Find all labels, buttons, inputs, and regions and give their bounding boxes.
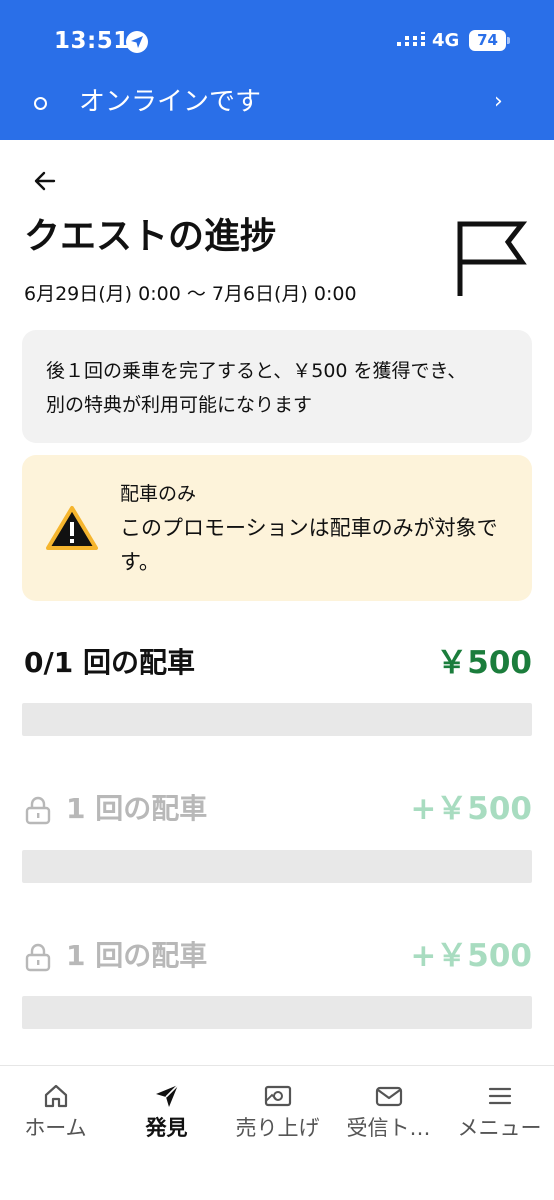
- earnings-icon: [264, 1085, 291, 1107]
- page-title: クエストの進捗: [24, 216, 277, 257]
- nav-label: メニュー: [457, 1116, 542, 1140]
- lock-icon: [25, 943, 51, 972]
- nav-home[interactable]: ホーム: [0, 1066, 111, 1200]
- quest-tier-label: 1 回の配車: [66, 939, 208, 972]
- quest-tier-amount: +￥500: [410, 938, 532, 974]
- warning-card: 配車のみ このプロモーションは配車のみが対象です。: [22, 455, 532, 601]
- network-type: 4G: [432, 30, 460, 51]
- quest-info-text: 後１回の乗車を完了すると、￥500 を獲得でき、別の特典が利用可能になります: [46, 360, 467, 416]
- quest-progress-bar: [22, 850, 532, 883]
- location-arrow-icon: [126, 31, 148, 53]
- nav-label: 発見: [145, 1116, 188, 1140]
- nav-discover[interactable]: 発見: [111, 1066, 222, 1200]
- quest-tier-2: 1 回の配車 +￥500: [24, 789, 532, 829]
- nav-label: 受信ト…: [346, 1116, 431, 1140]
- quest-tier-amount: ￥500: [436, 645, 532, 681]
- quest-tier-1: 0/1 回の配車 ￥500: [24, 643, 532, 683]
- lock-icon: [25, 796, 51, 825]
- quest-progress-bar: [22, 996, 532, 1029]
- status-time: 13:51: [54, 28, 130, 54]
- signal-icon: [397, 32, 425, 46]
- battery-icon: 74: [469, 30, 510, 51]
- quest-tier-3: 1 回の配車 +￥500: [24, 936, 532, 976]
- top-bar: 13:51 4G 74 オンラインです ›: [0, 0, 554, 140]
- nav-earnings[interactable]: 売り上げ: [222, 1066, 333, 1200]
- quest-progress-bar: [22, 703, 532, 736]
- online-status-banner[interactable]: オンラインです ›: [0, 76, 554, 140]
- quest-date-range: 6月29日(月) 0:00 〜 7月6日(月) 0:00: [24, 283, 357, 305]
- quest-tier-label: 0/1 回の配車: [24, 646, 195, 679]
- status-bar: 13:51 4G 74: [0, 0, 554, 76]
- nav-label: ホーム: [24, 1116, 87, 1140]
- quest-tier-label: 1 回の配車: [66, 792, 208, 825]
- online-dot-icon: [34, 97, 47, 110]
- warning-icon: [46, 506, 98, 550]
- inbox-icon: [375, 1086, 402, 1107]
- nav-menu[interactable]: メニュー: [444, 1066, 554, 1200]
- chevron-right-icon: ›: [494, 89, 503, 114]
- warning-body: このプロモーションは配車のみが対象です。: [120, 516, 498, 574]
- quest-tier-amount: +￥500: [410, 791, 532, 827]
- bottom-nav: ホーム 発見 売り上げ 受信ト… メニュー: [0, 1065, 554, 1200]
- online-status-label: オンラインです: [79, 87, 262, 117]
- warning-title: 配車のみ: [120, 483, 197, 505]
- nav-inbox[interactable]: 受信ト…: [333, 1066, 444, 1200]
- discover-icon: [155, 1084, 179, 1107]
- home-icon: [44, 1084, 67, 1108]
- back-arrow-icon[interactable]: [30, 166, 60, 196]
- quest-info-card: 後１回の乗車を完了すると、￥500 を獲得でき、別の特典が利用可能になります: [22, 330, 532, 443]
- nav-label: 売り上げ: [235, 1116, 320, 1140]
- menu-icon: [488, 1087, 511, 1105]
- flag-icon: [457, 221, 528, 296]
